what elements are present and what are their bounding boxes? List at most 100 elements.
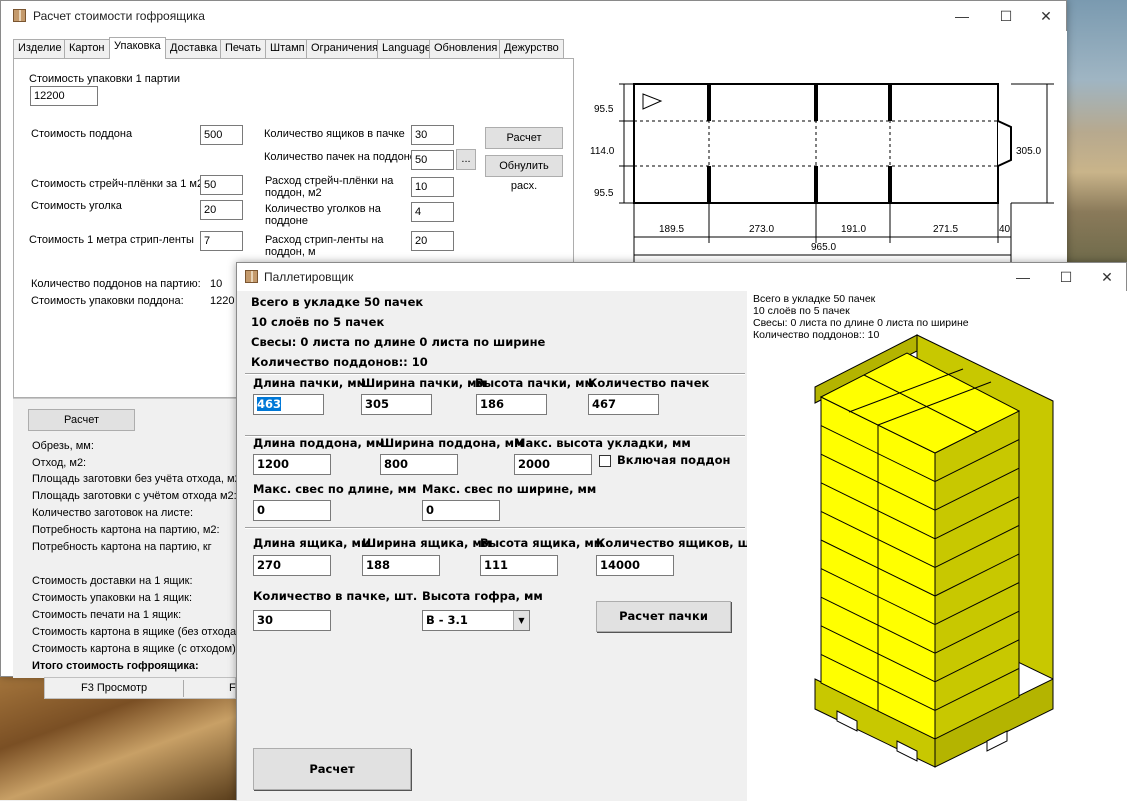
overhang-length-label: Макс. свес по длине, мм <box>253 482 417 496</box>
tab-cardboard[interactable]: Картон <box>64 39 110 58</box>
result-line: Отход, м2: <box>32 457 87 469</box>
boxes-per-pack-label: Количество ящиков в пачке <box>264 128 405 140</box>
section-divider <box>245 527 745 529</box>
total-cost-label: Итого стоимость гофроящика: <box>32 660 199 672</box>
dim-left-bottom: 95.5 <box>594 188 614 199</box>
pack-width-field[interactable]: 305 <box>361 394 432 415</box>
strip-usage-field[interactable]: 20 <box>411 231 454 251</box>
pack-count-field[interactable]: 467 <box>588 394 659 415</box>
tab-product[interactable]: Изделие <box>13 39 67 58</box>
tab-language[interactable]: Language <box>377 39 436 58</box>
tab-updates[interactable]: Обновления <box>429 39 503 58</box>
packs-ellipsis-button[interactable]: ... <box>456 149 476 170</box>
result-line: Количество заготовок на листе: <box>32 507 194 519</box>
box-app-icon <box>245 270 258 283</box>
dim-right: 305.0 <box>1016 146 1041 157</box>
pallets-per-batch-value: 10 <box>210 278 223 290</box>
film-usage-label: Расход стрейч-плёнки на поддон, м2 <box>265 175 394 199</box>
summary-line: Количество поддонов:: 10 <box>251 355 428 369</box>
window-title: Расчет стоимости гофроящика <box>33 9 205 23</box>
pallet-length-field[interactable]: 1200 <box>253 454 331 475</box>
corner-cost-field[interactable]: 20 <box>200 200 243 220</box>
overhang-length-field[interactable]: 0 <box>253 500 331 521</box>
summary-line: 10 слоёв по 5 пачек <box>251 315 385 329</box>
packaging-calc-button[interactable]: Расчет <box>485 127 563 149</box>
tab-die[interactable]: Штамп <box>265 39 310 58</box>
section-divider <box>245 373 745 375</box>
dim-bottom-1: 189.5 <box>659 224 684 235</box>
flute-select-value: B - 3.1 <box>426 613 468 627</box>
pal-minimize-button[interactable]: — <box>1000 263 1046 291</box>
strip-usage-label: Расход стрип-ленты на поддон, м <box>265 234 384 258</box>
corners-count-field[interactable]: 4 <box>411 202 454 222</box>
preview-button[interactable]: F3 Просмотр <box>81 682 147 694</box>
blank-drawing-svg: 95.5 114.0 95.5 305.0 189.5 273.0 191.0 … <box>590 83 1054 263</box>
box-count-label: Количество ящиков, шт. <box>596 536 761 550</box>
pal-maximize-button[interactable]: ☐ <box>1043 263 1089 291</box>
box-height-field[interactable]: 111 <box>480 555 558 576</box>
flute-select[interactable]: B - 3.1 ▼ <box>422 610 530 631</box>
film-usage-field[interactable]: 10 <box>411 177 454 197</box>
pallets-per-batch-label: Количество поддонов на партию: <box>31 278 201 290</box>
include-pallet-checkbox[interactable] <box>599 455 611 467</box>
overhang-width-label: Макс. свес по ширине, мм <box>422 482 597 496</box>
pallet-cost-label: Стоимость поддона <box>31 128 133 140</box>
batch-cost-field[interactable]: 12200 <box>30 86 98 106</box>
palletizer-form: Всего в укладке 50 пачек 10 слоёв по 5 п… <box>237 291 761 801</box>
pack-height-field[interactable]: 186 <box>476 394 547 415</box>
box-width-label: Ширина ящика, мм <box>362 536 492 550</box>
per-pack-field[interactable]: 30 <box>253 610 331 631</box>
palletizer-titlebar[interactable]: Паллетировщик — ☐ ✕ <box>237 263 1126 291</box>
per-pack-label: Количество в пачке, шт. <box>253 589 418 603</box>
corner-cost-label: Стоимость уголка <box>31 200 122 212</box>
next-key-button[interactable]: F <box>229 682 236 694</box>
reset-usage-button[interactable]: Обнулить расх. <box>485 155 563 192</box>
flute-label: Высота гофра, мм <box>422 589 543 603</box>
cost-line: Стоимость доставки на 1 ящик: <box>32 575 193 587</box>
pallet-width-label: Ширина поддона, мм <box>380 436 524 450</box>
pal-close-button[interactable]: ✕ <box>1084 263 1127 291</box>
cost-line: Стоимость картона в ящике (с отходом): <box>32 643 239 655</box>
overhang-width-field[interactable]: 0 <box>422 500 500 521</box>
tab-print[interactable]: Печать <box>220 39 267 58</box>
dim-bottom-2: 273.0 <box>749 224 774 235</box>
max-height-label: Макс. высота укладки, мм <box>514 436 691 450</box>
palletizer-window: Паллетировщик — ☐ ✕ Всего в укладке 50 п… <box>236 262 1127 801</box>
strip-cost-field[interactable]: 7 <box>200 231 243 251</box>
results-calc-button[interactable]: Расчет <box>28 409 135 431</box>
pack-width-label: Ширина пачки, мм <box>361 376 486 390</box>
result-line: Площадь заготовки с учётом отхода м2: <box>32 490 237 502</box>
minimize-button[interactable]: — <box>939 1 985 31</box>
close-button[interactable]: ✕ <box>1023 1 1069 31</box>
packs-per-pallet-field[interactable]: 50 <box>411 150 454 170</box>
boxes-per-pack-field[interactable]: 30 <box>411 125 454 145</box>
corners-count-label: Количество уголков на поддоне <box>265 203 381 227</box>
max-height-field[interactable]: 2000 <box>514 454 592 475</box>
result-line: Потребность картона на партию, кг <box>32 541 212 553</box>
pack-calc-button[interactable]: Расчет пачки <box>596 601 731 632</box>
tab-duty[interactable]: Дежурство <box>499 39 564 58</box>
tab-packaging[interactable]: Упаковка <box>109 37 166 59</box>
tab-limits[interactable]: Ограничения <box>306 39 384 58</box>
box-blank-drawing: 95.5 114.0 95.5 305.0 189.5 273.0 191.0 … <box>579 31 1067 271</box>
tab-delivery[interactable]: Доставка <box>165 39 223 58</box>
main-titlebar[interactable]: Расчет стоимости гофроящика — ☐ ✕ <box>1 1 1066 31</box>
summary-line: Всего в укладке 50 пачек <box>251 295 424 309</box>
cost-line: Стоимость картона в ящике (без отхода): <box>32 626 243 638</box>
pallet-packaging-cost-label: Стоимость упаковки поддона: <box>31 295 184 307</box>
pallet-3d-view: Всего в укладке 50 пачек 10 слоёв по 5 п… <box>747 291 1127 801</box>
dim-bottom-5: 40 <box>999 224 1011 235</box>
pallet-width-field[interactable]: 800 <box>380 454 458 475</box>
pallet-cost-field[interactable]: 500 <box>200 125 243 145</box>
dim-total: 965.0 <box>811 242 836 253</box>
pack-length-field[interactable]: 463 <box>253 394 324 415</box>
cost-line: Стоимость упаковки на 1 ящик: <box>32 592 193 604</box>
box-length-label: Длина ящика, мм <box>253 536 371 550</box>
box-length-field[interactable]: 270 <box>253 555 331 576</box>
palletizer-calc-button[interactable]: Расчет <box>253 748 411 790</box>
film-cost-field[interactable]: 50 <box>200 175 243 195</box>
dim-left-top: 95.5 <box>594 104 614 115</box>
box-width-field[interactable]: 188 <box>362 555 440 576</box>
box-count-field[interactable]: 14000 <box>596 555 674 576</box>
chevron-down-icon[interactable]: ▼ <box>513 611 529 630</box>
